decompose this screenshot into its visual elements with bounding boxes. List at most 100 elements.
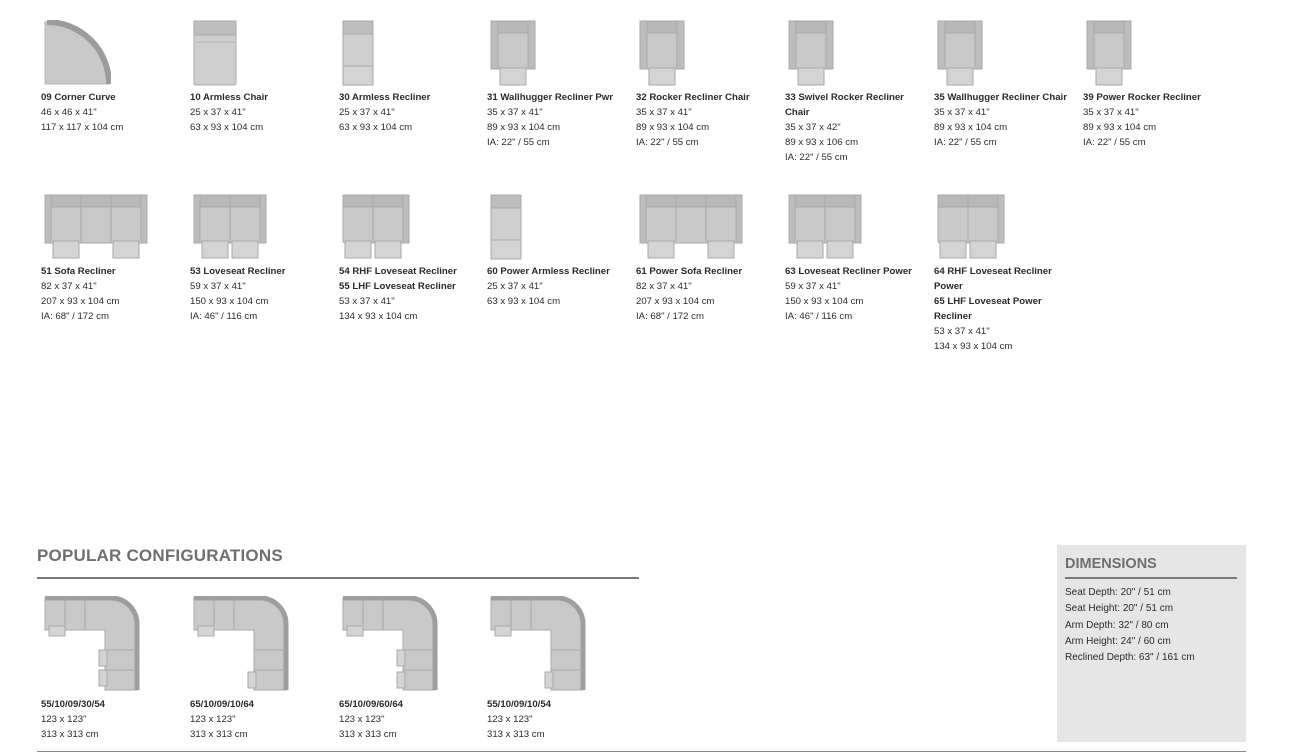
piece-54: 54 RHF Loveseat Recliner 55 LHF Loveseat… [339,194,487,324]
piece-spec: 134 x 93 x 104 cm [934,341,1013,352]
piece-spec: IA: 46" / 116 cm [190,311,258,322]
piece-name: 53 Loveseat Recliner [190,266,286,277]
piece-name: 63 Loveseat Recliner Power [785,266,912,277]
piece-spec: 89 x 93 x 104 cm [934,122,1008,133]
piece-32: 32 Rocker Recliner Chair 35 x 37 x 41" 8… [636,20,784,150]
piece-name: 10 Armless Chair [190,92,269,103]
piece-spec: 53 x 37 x 41" [934,326,990,337]
config-spec: 123 x 123" [41,714,87,725]
section-divider [37,577,639,579]
piece-51: 51 Sofa Recliner 82 x 37 x 41" 207 x 93 … [41,194,189,324]
power-sofa-recliner-icon [639,194,743,259]
piece-spec: 63 x 93 x 104 cm [190,122,264,133]
piece-name: 35 Wallhugger Recliner Chair [934,92,1067,103]
power-rocker-recliner-icon [1086,20,1132,86]
config-spec: 313 x 313 cm [190,729,248,740]
piece-spec: 35 x 37 x 41" [636,107,692,118]
piece-35: 35 Wallhugger Recliner Chair 35 x 37 x 4… [934,20,1082,150]
piece-spec: 35 x 37 x 42" [785,122,841,133]
piece-spec: 35 x 37 x 41" [487,107,543,118]
piece-spec: 25 x 37 x 41" [190,107,246,118]
corner-curve-icon [44,20,111,85]
piece-spec: IA: 68" / 172 cm [636,311,704,322]
piece-spec: 150 x 93 x 104 cm [785,296,864,307]
piece-name: Chair [785,107,810,118]
piece-name: 61 Power Sofa Recliner [636,266,743,277]
loveseat-recliner-icon [193,194,267,259]
rocker-recliner-icon [639,20,685,86]
piece-spec: 35 x 37 x 41" [1083,107,1139,118]
dimensions-divider [1065,577,1237,579]
piece-53: 53 Loveseat Recliner 59 x 37 x 41" 150 x… [190,194,338,324]
piece-spec: 25 x 37 x 41" [487,281,543,292]
rhf-loveseat-recliner-icon [342,194,410,259]
armless-recliner-icon [342,20,374,86]
piece-spec: 89 x 93 x 106 cm [785,137,859,148]
dimension-line: Seat Height: 20" / 51 cm [1065,603,1174,615]
config-spec: 313 x 313 cm [487,729,545,740]
sectional-config-icon [193,595,289,691]
piece-spec: 150 x 93 x 104 cm [190,296,269,307]
piece-name: 32 Rocker Recliner Chair [636,92,750,103]
piece-name: 31 Wallhugger Recliner Pwr [487,92,613,103]
config-item: 65/10/09/60/64 123 x 123" 313 x 313 cm [339,595,487,742]
piece-spec: 25 x 37 x 41" [339,107,395,118]
config-spec: 123 x 123" [487,714,533,725]
piece-name: 39 Power Rocker Recliner [1083,92,1201,103]
power-armless-recliner-icon [490,194,522,260]
section-title: POPULAR CONFIGURATIONS [37,546,283,565]
piece-spec: 207 x 93 x 104 cm [41,296,120,307]
piece-spec: 59 x 37 x 41" [785,281,841,292]
piece-spec: IA: 46" / 116 cm [785,311,853,322]
wallhugger-recliner-chair-icon [937,20,983,86]
piece-60: 60 Power Armless Recliner 25 x 37 x 41" … [487,194,635,309]
piece-61: 61 Power Sofa Recliner 82 x 37 x 41" 207… [636,194,784,324]
dimensions-title: DIMENSIONS [1065,556,1157,572]
armless-chair-icon [193,20,237,86]
piece-39: 39 Power Rocker Recliner 35 x 37 x 41" 8… [1083,20,1231,150]
piece-spec: IA: 22" / 55 cm [636,137,699,148]
piece-09: 09 Corner Curve 46 x 46 x 41" 117 x 117 … [41,20,189,135]
config-code: 65/10/09/60/64 [339,699,404,710]
dimension-line: Arm Height: 24" / 60 cm [1065,635,1171,647]
piece-name: 60 Power Armless Recliner [487,266,610,277]
piece-spec: 46 x 46 x 41" [41,107,97,118]
piece-name: 64 RHF Loveseat Recliner [934,266,1052,277]
dimension-line: Arm Depth: 32" / 80 cm [1065,619,1169,631]
config-spec: 123 x 123" [339,714,385,725]
piece-spec: IA: 22" / 55 cm [934,137,997,148]
piece-spec: 53 x 37 x 41" [339,296,395,307]
config-code: 65/10/09/10/64 [190,699,255,710]
piece-64: 64 RHF Loveseat Recliner Power 65 LHF Lo… [934,194,1082,354]
config-spec: 313 x 313 cm [339,729,397,740]
piece-spec: 89 x 93 x 104 cm [636,122,710,133]
piece-name: 54 RHF Loveseat Recliner [339,266,457,277]
page-bottom-rule [37,751,1246,752]
piece-spec: 35 x 37 x 41" [934,107,990,118]
dimension-line: Reclined Depth: 63" / 161 cm [1065,652,1195,664]
piece-spec: 134 x 93 x 104 cm [339,311,418,322]
piece-31: 31 Wallhugger Recliner Pwr 35 x 37 x 41"… [487,20,635,150]
sectional-config-icon [44,595,140,691]
swivel-rocker-recliner-icon [788,20,834,86]
rhf-loveseat-power-icon [937,194,1005,259]
piece-spec: IA: 22" / 55 cm [487,137,550,148]
piece-name: Power [934,281,963,292]
piece-spec: 89 x 93 x 104 cm [487,122,561,133]
piece-33: 33 Swivel Rocker Recliner Chair 35 x 37 … [785,20,933,165]
sectional-config-icon [490,595,586,691]
piece-10: 10 Armless Chair 25 x 37 x 41" 63 x 93 x… [190,20,338,135]
piece-spec: IA: 22" / 55 cm [1083,137,1146,148]
config-spec: 123 x 123" [190,714,236,725]
dimension-line: Seat Depth: 20" / 51 cm [1065,587,1171,598]
piece-spec: 82 x 37 x 41" [41,281,97,292]
piece-name: Recliner [934,311,972,322]
piece-name: 33 Swivel Rocker Recliner [785,92,904,103]
piece-name: 65 LHF Loveseat Power [934,296,1042,307]
config-code: 55/10/09/10/54 [487,699,552,710]
config-code: 55/10/09/30/54 [41,699,106,710]
piece-spec: IA: 22" / 55 cm [785,152,848,163]
piece-name: 55 LHF Loveseat Recliner [339,281,456,292]
wallhugger-recliner-icon [490,20,536,86]
piece-name: 30 Armless Recliner [339,92,431,103]
